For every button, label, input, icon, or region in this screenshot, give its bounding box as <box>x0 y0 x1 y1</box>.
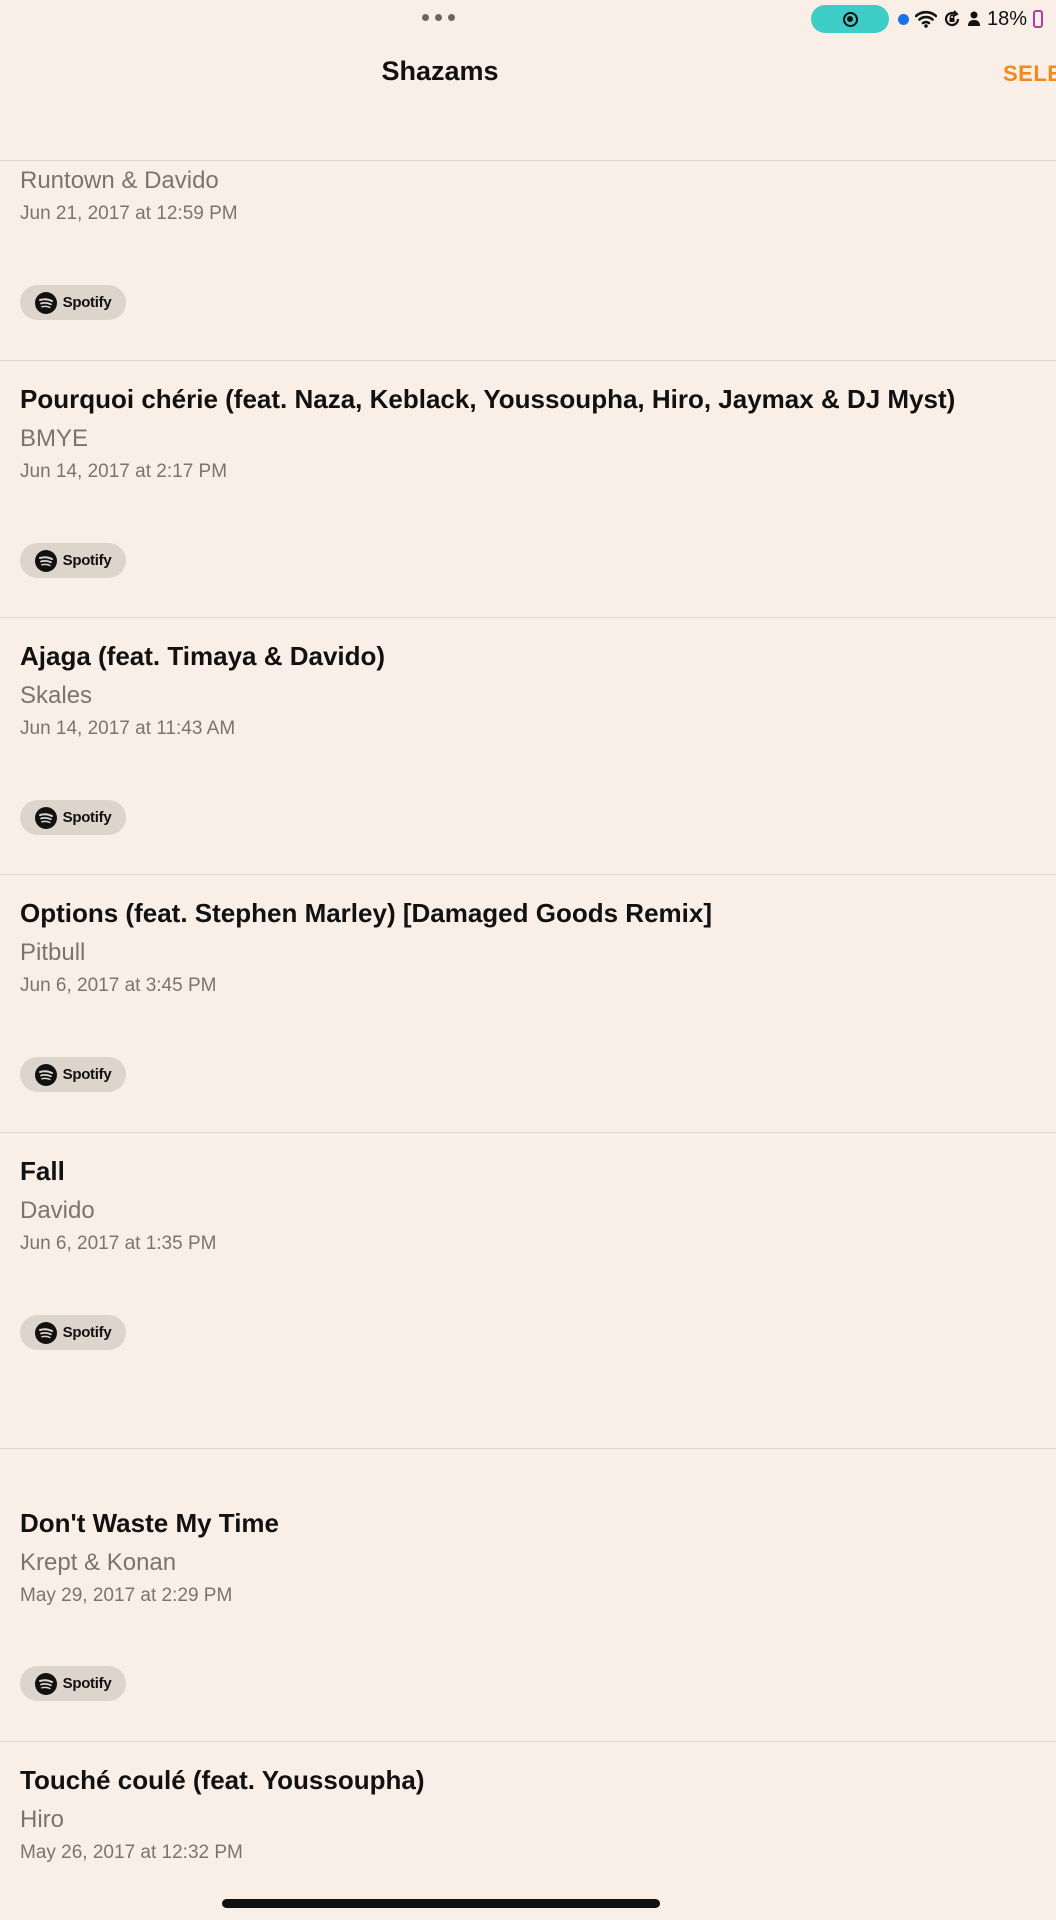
divider <box>0 874 1056 875</box>
spotify-button[interactable]: Spotify <box>20 1315 126 1350</box>
multitasking-dots-icon[interactable] <box>422 14 455 21</box>
song-title: Don't Waste My Time <box>20 1508 279 1538</box>
spotify-label: Spotify <box>62 1675 112 1692</box>
spotify-button[interactable]: Spotify <box>20 543 126 578</box>
divider <box>0 1448 1056 1449</box>
spotify-button[interactable]: Spotify <box>20 1057 126 1092</box>
spotify-button[interactable]: Spotify <box>20 285 126 320</box>
shazams-screen: 18% Shazams SELE Runtown & Davido Jun 21… <box>0 0 1056 1920</box>
song-title: Fall <box>20 1156 65 1186</box>
spotify-button[interactable]: Spotify <box>20 800 126 835</box>
spotify-icon <box>34 1063 57 1086</box>
spotify-icon <box>34 1321 57 1344</box>
spotify-label: Spotify <box>62 552 112 569</box>
artist-name: Pitbull <box>20 939 86 966</box>
shazam-date: Jun 14, 2017 at 11:43 AM <box>20 718 236 739</box>
page-title: Shazams <box>381 56 499 86</box>
spotify-icon <box>34 549 57 572</box>
song-title: Options (feat. Stephen Marley) [Damaged … <box>20 898 712 928</box>
shazam-date: Jun 6, 2017 at 3:45 PM <box>20 975 217 996</box>
shazam-date: Jun 6, 2017 at 1:35 PM <box>20 1233 217 1254</box>
shazam-date: Jun 21, 2017 at 12:59 PM <box>20 203 238 224</box>
spotify-icon <box>34 806 57 829</box>
song-title: Ajaga (feat. Timaya & Davido) <box>20 641 386 671</box>
divider <box>0 1132 1056 1133</box>
wifi-icon <box>915 10 937 28</box>
status-bar: 18% <box>0 0 1056 40</box>
rotation-lock-icon <box>944 10 960 27</box>
spotify-button[interactable]: Spotify <box>20 1666 126 1701</box>
screen-record-icon[interactable] <box>811 5 889 33</box>
home-indicator[interactable] <box>222 1899 660 1908</box>
shazam-date: May 26, 2017 at 12:32 PM <box>20 1842 243 1863</box>
spotify-label: Spotify <box>62 1066 112 1083</box>
artist-name: Runtown & Davido <box>20 167 219 194</box>
battery-icon <box>1033 10 1044 28</box>
shazam-date: Jun 14, 2017 at 2:17 PM <box>20 461 228 482</box>
spotify-icon <box>34 1672 57 1695</box>
status-icons: 18% <box>898 6 1044 32</box>
shazam-date: May 29, 2017 at 2:29 PM <box>20 1585 233 1606</box>
song-title: Touché coulé (feat. Youssoupha) <box>20 1765 425 1795</box>
song-title: Pourquoi chérie (feat. Naza, Keblack, Yo… <box>20 384 956 414</box>
battery-percent: 18% <box>987 7 1028 30</box>
artist-name: BMYE <box>20 425 89 452</box>
divider <box>0 160 1056 161</box>
spotify-label: Spotify <box>62 294 112 311</box>
spotify-label: Spotify <box>62 1324 112 1341</box>
divider <box>0 617 1056 618</box>
select-button[interactable]: SELE <box>1003 61 1056 87</box>
spotify-label: Spotify <box>62 809 112 826</box>
divider <box>0 360 1056 361</box>
artist-name: Davido <box>20 1197 95 1224</box>
artist-name: Krept & Konan <box>20 1549 177 1576</box>
person-icon <box>968 11 980 26</box>
divider <box>0 1741 1056 1742</box>
artist-name: Skales <box>20 682 93 709</box>
spotify-icon <box>34 291 57 314</box>
artist-name: Hiro <box>20 1806 65 1833</box>
location-dot-icon <box>898 13 909 25</box>
